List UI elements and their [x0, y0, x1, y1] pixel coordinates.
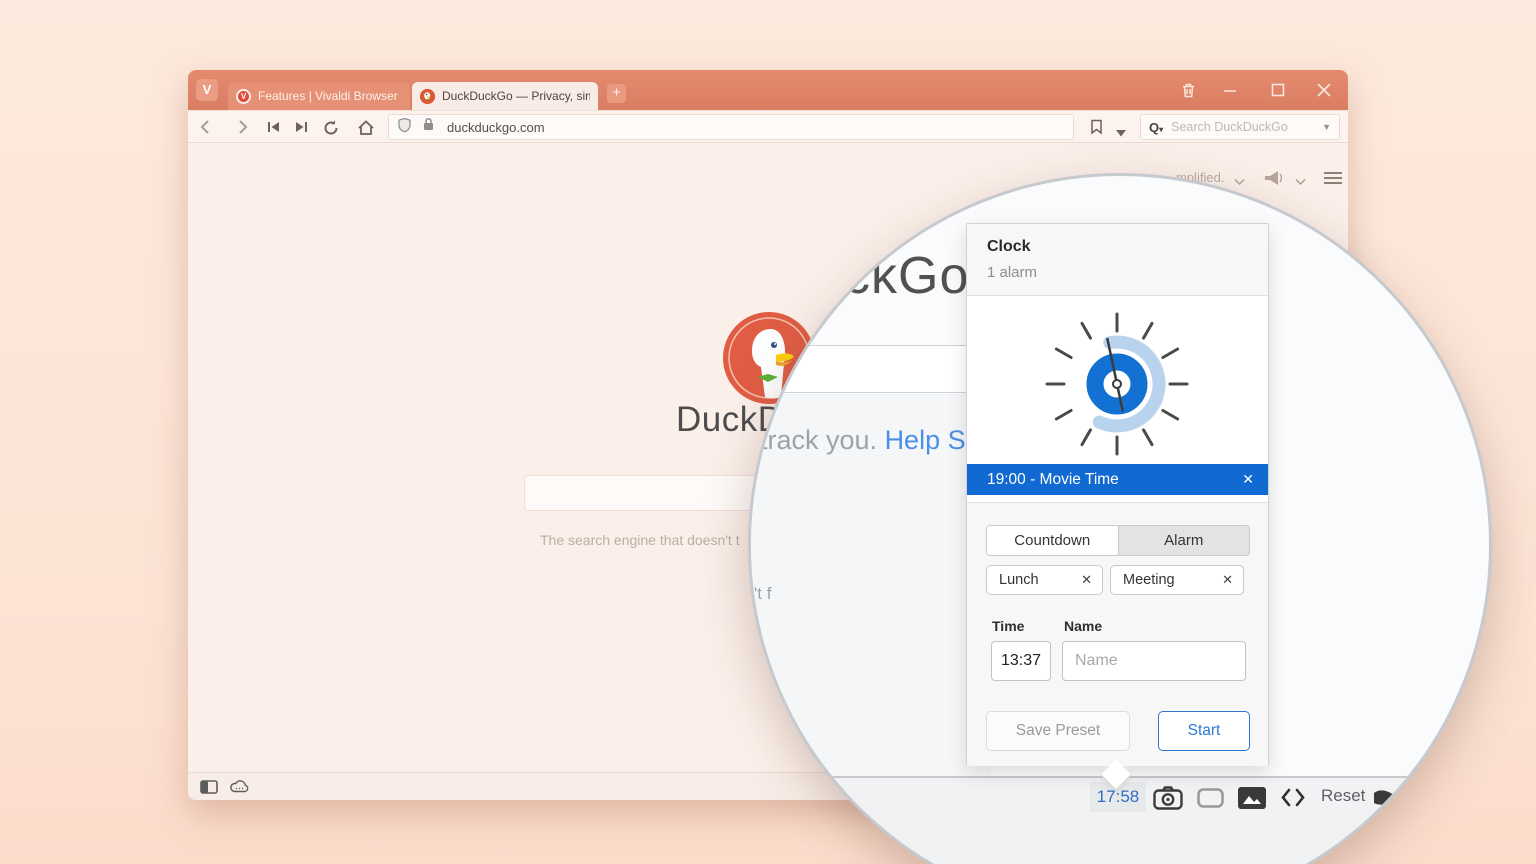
search-engine-icon[interactable]: Q▾ [1149, 120, 1163, 135]
bookmark-caret-icon[interactable] [1116, 124, 1126, 142]
preset-close-icon[interactable]: ✕ [1222, 572, 1233, 588]
magnified-search-box [751, 345, 976, 393]
panel-title: Clock [987, 238, 1031, 256]
preset-close-icon[interactable]: ✕ [1081, 572, 1092, 588]
magnified-text-fragment: 't f [754, 584, 771, 604]
home-icon[interactable] [357, 119, 375, 142]
alarm-bar-label: 19:00 - Movie Time [987, 471, 1242, 489]
magnified-logo-fragment: ckGo [844, 246, 969, 306]
zoom-reset-button[interactable]: Reset [1321, 786, 1365, 806]
tab-alarm[interactable]: Alarm [1118, 526, 1250, 555]
back-icon[interactable] [198, 119, 214, 140]
screenshot-camera-icon[interactable] [1153, 786, 1183, 815]
chevron-down-icon[interactable] [1234, 173, 1245, 191]
start-button[interactable]: Start [1158, 711, 1250, 751]
preset-label: Meeting [1123, 572, 1175, 588]
trash-icon[interactable] [1180, 82, 1197, 104]
tab-label: Features | Vivaldi Browser [258, 89, 398, 103]
chevron-down-icon[interactable] [1295, 173, 1306, 191]
lock-icon [422, 117, 435, 137]
preset-chip-meeting[interactable]: Meeting ✕ [1110, 565, 1244, 595]
url-text: duckduckgo.com [447, 120, 545, 135]
vivaldi-favicon: V [236, 89, 251, 104]
navigation-toolbar: duckduckgo.com Q▾ ▼ [188, 110, 1348, 143]
tab-duckduckgo[interactable]: DuckDuckGo — Privacy, sim [412, 82, 598, 110]
preset-label: Lunch [999, 572, 1039, 588]
preset-chip-lunch[interactable]: Lunch ✕ [986, 565, 1103, 595]
desktop: V V Features | Vivaldi Browser DuckDuckG… [0, 0, 1536, 864]
tab-countdown[interactable]: Countdown [987, 526, 1118, 555]
maximize-button[interactable] [1270, 82, 1286, 103]
name-label: Name [1064, 618, 1102, 634]
page-tagline: The search engine that doesn't t [540, 532, 740, 548]
rewind-icon[interactable] [266, 119, 282, 140]
active-alarm-bar[interactable]: 19:00 - Movie Time ✕ [967, 464, 1268, 495]
megaphone-icon[interactable] [1264, 170, 1290, 191]
tiling-icon[interactable] [1197, 788, 1224, 813]
alarm-close-icon[interactable]: ✕ [1242, 471, 1254, 488]
duckduckgo-favicon [420, 89, 435, 104]
tagline-text: t track you. [748, 425, 885, 455]
partial-icon [1374, 789, 1394, 810]
close-button[interactable] [1316, 82, 1332, 103]
alarm-count: 1 alarm [987, 264, 1037, 281]
images-toggle-icon[interactable] [1238, 787, 1266, 814]
minimize-button[interactable] [1222, 82, 1238, 103]
sync-cloud-icon[interactable] [230, 779, 250, 799]
search-bar[interactable]: Q▾ ▼ [1140, 114, 1340, 140]
magnified-status-bar: 17:58 Reset [751, 776, 1492, 864]
name-input[interactable] [1062, 641, 1246, 681]
hamburger-menu-icon[interactable] [1324, 171, 1342, 190]
reload-icon[interactable] [322, 119, 340, 142]
forward-icon[interactable] [234, 119, 250, 140]
tab-features[interactable]: V Features | Vivaldi Browser [228, 82, 410, 110]
vivaldi-menu-button[interactable]: V [196, 79, 218, 101]
clock-panel: Clock 1 alarm [966, 223, 1269, 766]
tab-bar: V V Features | Vivaldi Browser DuckDuckG… [188, 70, 1348, 110]
search-caret-icon[interactable]: ▼ [1322, 122, 1331, 132]
page-actions-code-icon[interactable] [1281, 788, 1305, 812]
new-tab-button[interactable]: + [607, 84, 626, 103]
magnifier-zoom-circle: ckGo t track you. Help Spre 't f 17:58 R… [748, 173, 1492, 864]
search-input[interactable] [1171, 120, 1311, 134]
clock-graphic [1037, 304, 1197, 469]
tab-label: DuckDuckGo — Privacy, sim [442, 89, 590, 103]
fast-forward-icon[interactable] [293, 119, 309, 140]
time-input[interactable] [991, 641, 1051, 681]
mode-segmented-control: Countdown Alarm [986, 525, 1250, 556]
timer-settings: Countdown Alarm Lunch ✕ Meeting ✕ Time N… [967, 502, 1268, 766]
clock-panel-header: Clock 1 alarm [967, 224, 1268, 296]
save-preset-button[interactable]: Save Preset [986, 711, 1130, 751]
panel-toggle-icon[interactable] [200, 780, 218, 799]
time-label: Time [992, 618, 1024, 634]
address-bar[interactable]: duckduckgo.com [388, 114, 1074, 140]
shield-icon[interactable] [397, 117, 412, 138]
bookmark-icon[interactable] [1090, 119, 1103, 140]
